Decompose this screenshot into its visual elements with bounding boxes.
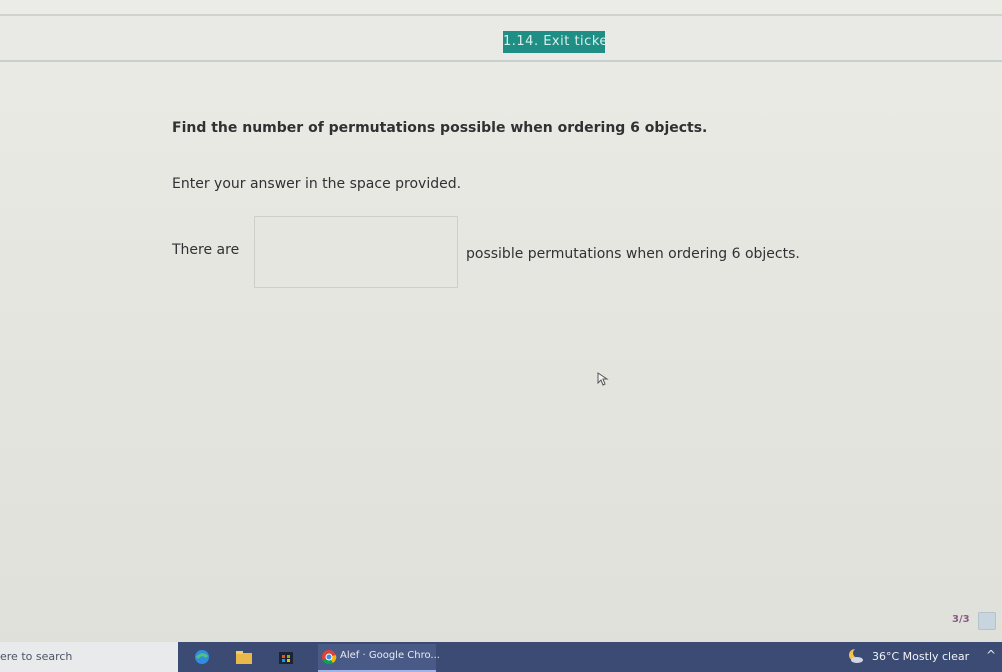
page-indicator: 3/3 [952,614,970,625]
edge-icon[interactable] [192,648,212,666]
answer-prefix: There are [172,242,240,258]
system-tray-chevron-icon[interactable]: ^ [986,648,996,662]
store-icon[interactable] [276,648,296,666]
question-prompt: Find the number of permutations possible… [172,120,708,136]
screen: 1.14. Exit ticket Find the number of per… [0,0,1002,672]
file-explorer-icon[interactable] [234,648,254,666]
chrome-icon [322,650,337,665]
answer-input[interactable] [254,216,458,288]
weather-status[interactable]: 36°C Mostly clear [872,650,969,663]
header-band [0,16,1002,62]
page-title: 1.14. Exit ticket [503,31,605,53]
mouse-cursor-icon [597,372,609,386]
question-instruction: Enter your answer in the space provided. [172,176,462,192]
answer-suffix: possible permutations when ordering 6 ob… [466,246,800,262]
weather-moon-icon[interactable] [846,646,866,666]
chrome-taskbar-label: Alef · Google Chro... [340,650,440,661]
taskbar-search-placeholder: ere to search [0,650,73,663]
page-nav-button[interactable] [978,612,996,630]
